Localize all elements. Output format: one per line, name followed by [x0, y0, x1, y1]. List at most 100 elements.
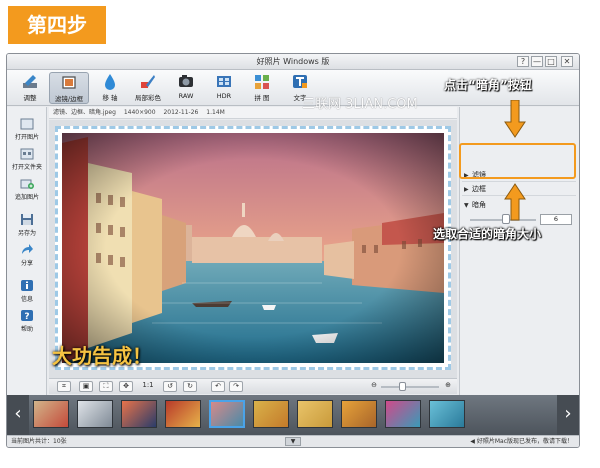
tool-raw[interactable]: RAW	[167, 72, 205, 104]
raw-icon	[179, 75, 193, 87]
image-dimensions: 1440×900	[123, 109, 156, 116]
rotate-left-icon: ↺	[167, 382, 173, 390]
vignette-effect	[62, 133, 444, 363]
title-bar: 好照片 Windows 版 ? — □ ✕	[7, 54, 579, 70]
tool-filter-frame[interactable]: 滤镜/边框	[49, 72, 89, 104]
tool-label: 局部彩色	[135, 94, 161, 102]
update-notice-link[interactable]: ◀ 好照片Mac版现已发布，敬请下载！	[470, 436, 573, 447]
add-image-icon	[20, 179, 34, 189]
sidebar-item-label: 打开文件夹	[11, 164, 42, 171]
tool-partial-color[interactable]: 局部彩色	[129, 72, 167, 104]
redo-icon: ↷	[233, 382, 239, 390]
tool-label: HDR	[216, 92, 232, 100]
zoom-in-button[interactable]: ⊕	[441, 381, 455, 392]
thumbnail-selected[interactable]	[209, 400, 245, 428]
zoom-slider-track[interactable]	[381, 386, 439, 388]
speaker-icon: ◀	[470, 438, 475, 445]
thumbnail[interactable]	[297, 400, 333, 428]
rotate-left-button[interactable]: ↺	[163, 381, 177, 392]
help-window-button[interactable]: ?	[517, 56, 529, 67]
done-callout: 大功告成！	[52, 344, 152, 368]
collapse-filmstrip-button[interactable]: ▼	[285, 437, 301, 446]
chevron-left-icon: ‹	[14, 403, 22, 424]
canvas-bottom-toolbar: ⌗ ▣ ⛶ ✥ 1:1 ↺ ↻ ↶ ↷ ⊖ ⊕	[49, 378, 457, 394]
sidebar-item-save-as[interactable]: 另存为	[7, 213, 47, 237]
rotate-right-button[interactable]: ↻	[183, 381, 197, 392]
thumbnail[interactable]	[165, 400, 201, 428]
sidebar-item-help[interactable]: ? 帮助	[7, 309, 47, 333]
sidebar-item-label: 信息	[20, 296, 33, 303]
collapse-arrow-icon: ▼	[464, 202, 469, 209]
minimize-button[interactable]: —	[531, 56, 543, 67]
actual-size-button[interactable]: 1:1	[139, 381, 157, 392]
open-image-icon	[20, 118, 34, 130]
image-icon: ▣	[82, 382, 90, 390]
sidebar-item-label: 帮助	[20, 326, 33, 333]
share-icon	[22, 244, 33, 254]
thumbnail[interactable]	[77, 400, 113, 428]
tool-hdr[interactable]: HDR	[205, 72, 243, 104]
fit-screen-button[interactable]: ▣	[79, 381, 93, 392]
image-filename: 滤镜、边框、暗角.jpeg	[53, 109, 116, 116]
panel-row-label: 边框	[472, 185, 486, 193]
help-icon: ?	[21, 310, 33, 322]
thumbnail[interactable]	[429, 400, 465, 428]
callout-keyword: 暗角	[475, 78, 500, 92]
venice-canal-image	[62, 133, 444, 363]
thumbnail[interactable]	[341, 400, 377, 428]
filmstrip-prev-button[interactable]: ‹	[7, 395, 29, 435]
zoom-out-button[interactable]: ⊖	[367, 381, 381, 392]
status-bar: 当前图片共计：10张 ▼ ◀ 好照片Mac版现已发布，敬请下载！	[7, 435, 579, 447]
venice-photo	[62, 133, 444, 363]
tool-tilt-shift[interactable]: 移 轴	[91, 72, 129, 104]
tool-label: 移 轴	[102, 94, 118, 102]
sidebar-item-add-image[interactable]: 追加图片	[7, 177, 47, 201]
thumbnail[interactable]	[385, 400, 421, 428]
window-title: 好照片 Windows 版	[256, 57, 330, 66]
redo-button[interactable]: ↷	[229, 381, 243, 392]
crop-button[interactable]: ⌗	[57, 381, 71, 392]
vignette-value-spinner[interactable]: 6	[540, 214, 572, 225]
tool-label: 滤镜/边框	[54, 95, 84, 103]
chevron-down-icon: ▼	[290, 438, 296, 445]
zoom-slider-knob[interactable]	[399, 382, 407, 391]
sidebar-item-share[interactable]: 分享	[7, 243, 47, 267]
open-folder-icon	[20, 148, 34, 160]
sidebar-item-open-image[interactable]: 打开图片	[7, 117, 47, 141]
sidebar-item-info[interactable]: 信息	[7, 279, 47, 303]
vignette-highlight-box	[459, 143, 576, 179]
crop-icon: ⌗	[62, 382, 66, 390]
panel-row-label: 暗角	[472, 201, 486, 209]
arrow-down-icon	[504, 100, 526, 138]
sidebar-item-open-folder[interactable]: 打开文件夹	[7, 147, 47, 171]
thumbnail-filmstrip: ‹ ›	[7, 395, 579, 435]
image-date: 2012-11-26	[163, 109, 199, 116]
info-icon	[21, 280, 33, 291]
chevron-right-icon: ›	[564, 403, 572, 424]
thumbnail[interactable]	[121, 400, 157, 428]
thumbnail[interactable]	[253, 400, 289, 428]
click-vignette-callout: 点击“暗角”按钮	[444, 76, 532, 93]
tool-collage[interactable]: 拼 图	[243, 72, 281, 104]
undo-button[interactable]: ↶	[211, 381, 225, 392]
update-notice-text: 好照片Mac版现已发布，敬请下载！	[476, 438, 573, 445]
text-icon	[293, 75, 307, 88]
zoom-in-icon: ⊕	[445, 381, 451, 389]
fit-window-button[interactable]: ⛶	[99, 381, 113, 392]
tool-label: RAW	[178, 92, 194, 100]
hdr-icon	[217, 76, 231, 87]
tool-adjust[interactable]: 调整	[11, 72, 49, 104]
filmstrip-next-button[interactable]: ›	[557, 395, 579, 435]
sidebar-item-label: 打开图片	[14, 134, 39, 141]
image-file-size: 1.14M	[206, 109, 225, 116]
maximize-button[interactable]: □	[545, 56, 557, 67]
adjust-icon	[23, 75, 37, 88]
thumbnail[interactable]	[33, 400, 69, 428]
left-sidebar: 打开图片 打开文件夹 追加图片 另存为 分享 信息 ? 帮助	[7, 107, 47, 427]
filter-frame-icon	[62, 76, 76, 89]
close-button[interactable]: ✕	[561, 56, 573, 67]
stamp-frame	[55, 126, 451, 370]
center-button[interactable]: ✥	[119, 381, 133, 392]
callout-prefix: 点击“	[444, 78, 476, 92]
expand-arrow-icon: ▶	[464, 186, 469, 193]
